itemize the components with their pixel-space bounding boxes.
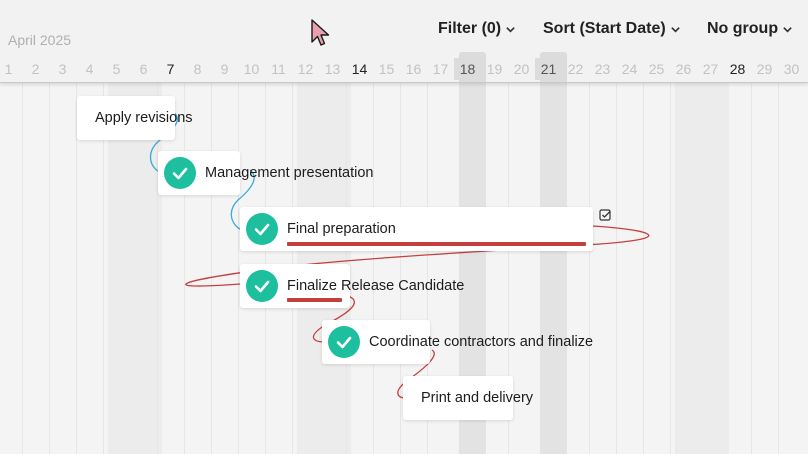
check-circle-icon[interactable] bbox=[164, 157, 196, 189]
timeline-header: April 2025 Filter (0) Sort (Start Date) … bbox=[0, 0, 808, 83]
day-number: 11 bbox=[271, 61, 286, 77]
chevron-down-icon bbox=[506, 26, 515, 33]
sort-button[interactable]: Sort (Start Date) bbox=[543, 20, 681, 38]
task-bar[interactable]: Coordinate contractors and finalize bbox=[322, 320, 593, 364]
day-number: 21 bbox=[535, 58, 562, 80]
day-number: 29 bbox=[756, 61, 773, 77]
day-number: 25 bbox=[648, 61, 665, 77]
day-number: 16 bbox=[405, 61, 422, 77]
day-number: 18 bbox=[454, 58, 481, 80]
filter-label: Filter (0) bbox=[438, 20, 502, 37]
check-circle-icon[interactable] bbox=[246, 270, 278, 302]
day-number: 17 bbox=[432, 61, 449, 77]
group-label: No group bbox=[707, 20, 779, 37]
day-number: 10 bbox=[243, 61, 260, 77]
day-number-row: 1 2 3 4 5 6 7 8 9 10 11 12 13 14 15 16 17 18 19 20 21 22 23 24 2… bbox=[0, 58, 808, 80]
group-button[interactable]: No group bbox=[707, 20, 793, 38]
chevron-down-icon bbox=[783, 26, 792, 33]
day-number: 13 bbox=[324, 61, 341, 77]
month-label: April 2025 bbox=[8, 32, 72, 48]
day-number: 15 bbox=[378, 61, 395, 77]
task-bar[interactable]: Management presentation bbox=[158, 151, 373, 195]
sort-label: Sort (Start Date) bbox=[543, 20, 666, 37]
day-number: 27 bbox=[702, 61, 719, 77]
chevron-down-icon bbox=[670, 26, 680, 33]
day-number: 5 bbox=[112, 61, 121, 77]
task-label: Print and delivery bbox=[421, 390, 534, 406]
day-number: 28 bbox=[729, 61, 746, 77]
day-number: 6 bbox=[139, 61, 148, 77]
task-label: Management presentation bbox=[205, 165, 374, 181]
task-label: Apply revisions bbox=[95, 110, 193, 126]
day-number: 24 bbox=[621, 61, 638, 77]
day-number: 3 bbox=[58, 61, 67, 77]
day-number: 14 bbox=[351, 61, 368, 77]
day-number: 7 bbox=[166, 61, 175, 77]
filter-button[interactable]: Filter (0) bbox=[438, 20, 516, 38]
day-number: 20 bbox=[513, 61, 530, 77]
task-bar[interactable]: Apply revisions bbox=[77, 96, 193, 140]
day-number: 30 bbox=[783, 61, 800, 77]
day-number: 23 bbox=[594, 61, 611, 77]
day-number: 4 bbox=[85, 61, 94, 77]
day-number: 22 bbox=[567, 61, 584, 77]
task-progress-bar bbox=[287, 298, 342, 302]
check-circle-icon[interactable] bbox=[246, 213, 278, 245]
check-circle-icon[interactable] bbox=[328, 326, 360, 358]
task-label: Final preparation bbox=[287, 221, 396, 237]
checkbox-icon[interactable] bbox=[599, 209, 612, 222]
task-progress-bar bbox=[287, 242, 586, 246]
day-number: 19 bbox=[486, 61, 503, 77]
task-bar[interactable]: Print and delivery bbox=[403, 376, 533, 420]
mouse-cursor-icon bbox=[311, 19, 330, 46]
day-number: 26 bbox=[675, 61, 692, 77]
day-number: 1 bbox=[4, 61, 13, 77]
task-label: Coordinate contractors and finalize bbox=[369, 334, 594, 350]
task-label: Finalize Release Candidate bbox=[287, 278, 465, 294]
day-number: 12 bbox=[297, 61, 314, 77]
day-number: 9 bbox=[220, 61, 229, 77]
day-number: 2 bbox=[31, 61, 40, 77]
day-number: 8 bbox=[193, 61, 202, 77]
